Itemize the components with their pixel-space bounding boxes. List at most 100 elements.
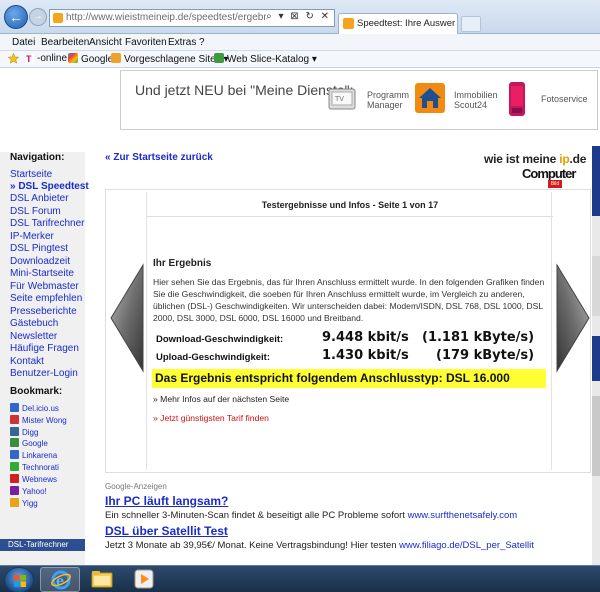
ad-url-filiago[interactable]: www.filiago.de/DSL_per_Satellit	[399, 540, 534, 551]
menu-ansicht[interactable]: Ansicht	[89, 37, 122, 48]
windows-taskbar: e	[0, 565, 600, 592]
upload-kbyte: (179 kByte/s)	[436, 348, 535, 363]
house-icon[interactable]	[414, 82, 446, 114]
sidebar-item-seite-empfehlen[interactable]: Seite empfehlen	[10, 293, 82, 304]
sidebar-item-fuer-webmaster[interactable]: Für Webmaster	[10, 281, 79, 292]
taskbar-media-player[interactable]	[124, 567, 164, 592]
sidebar-item-ip-merker[interactable]: IP-Merker	[10, 231, 54, 242]
sidebar-item-presseberichte[interactable]: Presseberichte	[10, 306, 77, 317]
sidebar-item-downloadzeit[interactable]: Downloadzeit	[10, 256, 70, 267]
bookmark-delicious[interactable]: Del.icio.us	[10, 403, 59, 413]
sidebar-item-dsl-forum[interactable]: DSL Forum	[10, 206, 61, 217]
browser-tab-speedtest[interactable]: Speedtest: Ihre Auswertung ...	[338, 13, 458, 34]
menu-datei[interactable]: Datei	[12, 37, 35, 48]
sidebar-item-haeufige-fragen[interactable]: Häufige Fragen	[10, 343, 79, 354]
fav-item-google[interactable]: Google	[68, 53, 113, 65]
logo-bild-badge: Bild	[548, 180, 562, 188]
windows-logo-icon	[14, 575, 26, 587]
tv-icon[interactable]: TV	[327, 83, 359, 115]
sidebar-item-dsl-speedtest[interactable]: » DSL Speedtest	[10, 181, 89, 192]
menu-bar: Datei Bearbeiten Ansicht Favoriten Extra…	[0, 34, 600, 51]
tonline-icon: T	[26, 54, 34, 64]
sidebar-item-gaestebuch[interactable]: Gästebuch	[10, 318, 58, 329]
svg-text:TV: TV	[334, 95, 344, 103]
start-button[interactable]	[4, 567, 34, 592]
sidebar-item-startseite[interactable]: Startseite	[10, 169, 52, 180]
menu-help[interactable]: ?	[199, 37, 205, 48]
menu-favoriten[interactable]: Favoriten	[125, 37, 167, 48]
address-buttons[interactable]: ⌕ ▾ ⊠ ↻ ✕	[266, 11, 331, 22]
yigg-icon	[10, 498, 19, 507]
fav-item-suggested-sites[interactable]: Vorgeschlagene Sites ▾	[111, 53, 229, 65]
ad-title-pc-langsam[interactable]: Ihr PC läuft langsam?	[105, 494, 228, 508]
banner-label-scout24[interactable]: Scout24	[454, 100, 487, 110]
linkarena-icon	[10, 450, 19, 459]
connection-type-highlight: Das Ergebnis entspricht folgendem Anschl…	[152, 369, 546, 388]
bookmark-linkarena[interactable]: Linkarena	[10, 450, 57, 460]
upload-kbit: 1.430 kbit/s	[322, 348, 409, 363]
bookmark-mister-wong[interactable]: Mister Wong	[10, 415, 67, 425]
taskbar-internet-explorer[interactable]: e	[40, 567, 80, 592]
google-ads-label: Google-Anzeigen	[105, 482, 167, 491]
browser-titlebar: ← → http://www.wieistmeineip.de/speedtes…	[0, 0, 600, 34]
fav-item-tonline[interactable]: T -online	[26, 53, 67, 64]
sidebar-item-benutzer-login[interactable]: Benutzer-Login	[10, 368, 78, 379]
meine-dienste-banner: Und jetzt NEU bei "Meine Dienste": TV Pr…	[120, 70, 598, 130]
bookmark-webnews[interactable]: Webnews	[10, 474, 57, 484]
previous-page-arrow-icon[interactable]	[109, 263, 145, 373]
bookmark-yigg[interactable]: Yigg	[10, 498, 38, 508]
download-kbit: 9.448 kbit/s	[322, 330, 409, 345]
upload-speed-row: Upload-Geschwindigkeit: 1.430 kbit/s (17…	[156, 348, 536, 366]
mister-wong-icon	[10, 415, 19, 424]
address-bar[interactable]: http://www.wieistmeineip.de/speedtest/er…	[49, 9, 335, 27]
web-page: Und jetzt NEU bei "Meine Dienste": TV Pr…	[0, 68, 600, 565]
ad-text-pc-langsam: Ein schneller 3-Minuten-Scan findet & be…	[105, 510, 518, 521]
next-page-arrow-icon[interactable]	[555, 263, 591, 373]
bookmark-digg[interactable]: Digg	[10, 427, 38, 437]
digg-icon	[10, 427, 19, 436]
menu-bearbeiten[interactable]: Bearbeiten	[41, 37, 89, 48]
banner-label-programm[interactable]: Programm	[367, 90, 409, 100]
media-player-icon	[134, 569, 154, 589]
yahoo-icon	[10, 486, 19, 495]
taskbar-explorer[interactable]	[82, 567, 122, 592]
banner-label-manager[interactable]: Manager	[367, 100, 403, 110]
banner-title: Und jetzt NEU bei "Meine Dienste":	[135, 82, 354, 98]
suggested-sites-icon	[111, 53, 121, 63]
back-button[interactable]: ←	[4, 5, 28, 29]
ad-url-surfthenetsafely[interactable]: www.surfthenetsafely.com	[408, 510, 518, 521]
bookmark-google[interactable]: Google	[10, 438, 48, 448]
bookmark-heading: Bookmark:	[10, 386, 63, 397]
more-info-link[interactable]: » Mehr Infos auf der nächsten Seite	[153, 394, 289, 404]
fav-item-web-slice[interactable]: Web Slice-Katalog ▾	[214, 53, 317, 65]
sidebar-footer-tarifrechner[interactable]: DSL-Tarifrechner	[0, 539, 85, 551]
forward-button[interactable]: →	[29, 8, 47, 26]
favorites-star-icon[interactable]	[7, 52, 20, 67]
logo-computer: Computer	[522, 166, 576, 181]
download-kbyte: (1.181 kByte/s)	[422, 330, 535, 345]
technorati-icon	[10, 462, 19, 471]
sidebar-item-mini-startseite[interactable]: Mini-Startseite	[10, 268, 74, 279]
find-tariff-link[interactable]: » Jetzt günstigsten Tarif finden	[153, 413, 269, 423]
site-logo[interactable]: wie ist meine ip.de Computer Bild	[484, 152, 586, 192]
new-tab-button[interactable]	[461, 16, 481, 32]
sidebar-item-dsl-anbieter[interactable]: DSL Anbieter	[10, 193, 69, 204]
film-icon[interactable]	[501, 80, 533, 118]
result-description: Hier sehen Sie das Ergebnis, das für Ihr…	[153, 277, 545, 323]
favorites-bar: T -online Google Vorgeschlagene Sites ▾ W…	[0, 51, 600, 68]
sidebar-item-kontakt[interactable]: Kontakt	[10, 356, 44, 367]
back-to-start-link[interactable]: « Zur Startseite zurück	[105, 152, 213, 163]
google-icon	[68, 53, 78, 63]
sidebar-item-dsl-tarifrechner[interactable]: DSL Tarifrechner	[10, 218, 84, 229]
address-text[interactable]: http://www.wieistmeineip.de/speedtest/er…	[66, 12, 266, 23]
sidebar-item-dsl-pingtest[interactable]: DSL Pingtest	[10, 243, 68, 254]
webnews-icon	[10, 474, 19, 483]
banner-label-immobilien[interactable]: Immobilien	[454, 90, 498, 100]
banner-label-fotoservice[interactable]: Fotoservice	[541, 94, 588, 104]
sidebar-item-newsletter[interactable]: Newsletter	[10, 331, 57, 342]
bookmark-yahoo[interactable]: Yahoo!	[10, 486, 47, 496]
ad-title-dsl-satellit[interactable]: DSL über Satellit Test	[105, 524, 228, 538]
bookmark-technorati[interactable]: Technorati	[10, 462, 59, 472]
menu-extras[interactable]: Extras	[168, 37, 196, 48]
panel-title: Testergebnisse und Infos - Seite 1 von 1…	[261, 200, 439, 210]
